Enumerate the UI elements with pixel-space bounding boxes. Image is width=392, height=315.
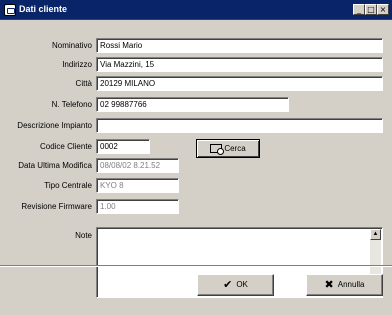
annulla-button[interactable]: ✖ Annulla xyxy=(306,274,383,296)
nominativo-label: Nominativo xyxy=(51,41,92,50)
telefono-field[interactable]: 02 99887766 xyxy=(96,97,289,112)
minimize-button[interactable]: _ xyxy=(353,4,365,15)
maximize-button[interactable]: □ xyxy=(365,4,377,15)
descrizione-label: Descrizione Impianto xyxy=(17,121,92,130)
nominativo-field[interactable]: Rossi Mario xyxy=(96,38,383,53)
close-button[interactable]: × xyxy=(377,4,389,15)
app-icon xyxy=(4,4,16,16)
title-bar[interactable]: Dati cliente _ □ × xyxy=(0,0,392,20)
citta-label: Città xyxy=(75,79,92,88)
cerca-label: Cerca xyxy=(224,144,246,153)
descrizione-field[interactable] xyxy=(96,118,383,133)
search-icon xyxy=(210,144,225,156)
ultima-modifica-field: 08/08/02 8.21.52 xyxy=(96,158,179,173)
footer-divider xyxy=(0,265,392,267)
note-label: Note xyxy=(75,231,92,240)
ok-label: OK xyxy=(236,280,248,290)
tipo-centrale-field: KYO 8 xyxy=(96,178,179,193)
annulla-label: Annulla xyxy=(337,280,365,290)
indirizzo-label: Indirizzo xyxy=(62,60,92,69)
x-icon: ✖ xyxy=(324,278,334,291)
indirizzo-field[interactable]: Via Mazzini, 15 xyxy=(96,57,383,72)
revisione-field: 1.00 xyxy=(96,199,179,214)
tipo-centrale-label: Tipo Centrale xyxy=(44,181,92,190)
revisione-label: Revisione Firmware xyxy=(21,202,92,211)
ultima-modifica-label: Data Ultima Modifica xyxy=(18,161,92,170)
checkmark-icon: ✔ xyxy=(223,278,233,291)
codice-label: Codice Cliente xyxy=(39,142,92,151)
cerca-button[interactable]: Cerca xyxy=(196,139,260,158)
scroll-up-arrow-icon[interactable]: ▲ xyxy=(370,229,381,240)
citta-field[interactable]: 20129 MILANO xyxy=(96,76,383,91)
dati-cliente-window: Dati cliente _ □ × Nominativo Rossi Mari… xyxy=(0,0,392,315)
window-title: Dati cliente xyxy=(19,4,68,14)
codice-field[interactable]: 0002 xyxy=(96,139,150,154)
ok-button[interactable]: ✔ OK xyxy=(197,274,274,296)
telefono-label: N. Telefono xyxy=(51,100,92,109)
